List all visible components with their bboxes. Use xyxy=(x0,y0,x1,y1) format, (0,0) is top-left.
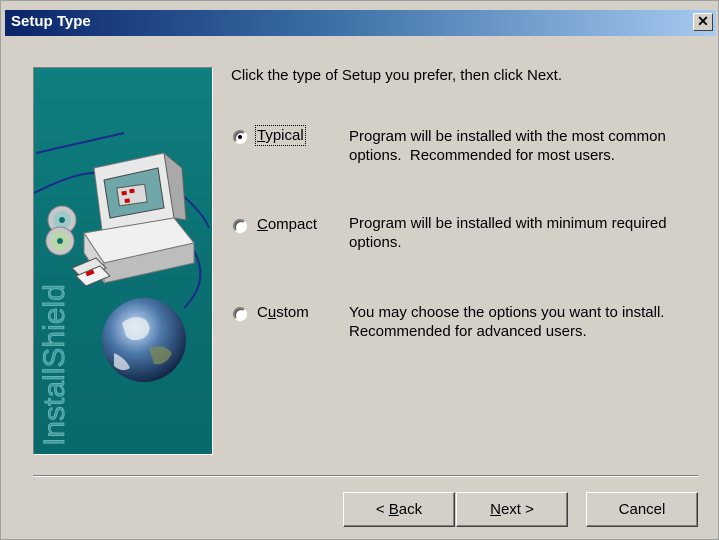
typical-desc-line1: Program will be installed with the most … xyxy=(349,128,666,145)
back-button[interactable]: < Back xyxy=(343,492,455,527)
separator xyxy=(33,475,698,477)
custom-desc-line1: You may choose the options you want to i… xyxy=(349,304,665,321)
setup-type-dialog: Setup Type ✕ InstallShield Click the typ… xyxy=(0,0,719,540)
title-bar[interactable]: Setup Type ✕ xyxy=(5,10,716,36)
compact-label[interactable]: Compact xyxy=(257,216,317,233)
custom-desc-line2: Recommended for advanced users. xyxy=(349,323,587,340)
custom-label[interactable]: Custom xyxy=(257,304,309,321)
cancel-button[interactable]: Cancel xyxy=(586,492,698,527)
cd-icon xyxy=(45,205,77,256)
window-title: Setup Type xyxy=(11,13,91,30)
close-icon: ✕ xyxy=(697,13,709,29)
brand-watermark: InstallShield xyxy=(38,284,71,446)
custom-radio[interactable] xyxy=(233,307,247,321)
globe-icon xyxy=(102,298,186,382)
typical-radio[interactable] xyxy=(233,130,247,144)
compact-radio[interactable] xyxy=(233,219,247,233)
next-button[interactable]: Next > xyxy=(456,492,568,527)
instruction-text: Click the type of Setup you prefer, then… xyxy=(231,67,562,84)
custom-description: You may choose the options you want to i… xyxy=(349,303,699,341)
typical-label[interactable]: Typical xyxy=(255,125,306,146)
compact-desc-line2: options. xyxy=(349,234,402,251)
typical-description: Program will be installed with the most … xyxy=(349,127,699,165)
compact-description: Program will be installed with minimum r… xyxy=(349,214,699,252)
compact-desc-line1: Program will be installed with minimum r… xyxy=(349,215,667,232)
radio-selected-dot xyxy=(238,135,242,139)
typical-desc-line2: options. Recommended for most users. xyxy=(349,147,615,164)
installshield-banner: InstallShield xyxy=(33,67,213,455)
close-button[interactable]: ✕ xyxy=(693,13,713,31)
setup-illustration: InstallShield xyxy=(34,132,210,446)
